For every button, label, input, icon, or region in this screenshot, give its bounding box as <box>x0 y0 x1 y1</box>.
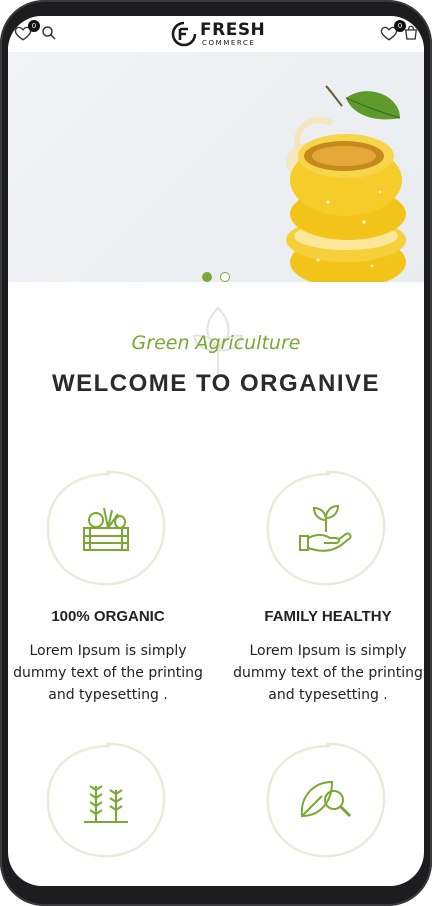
feature-text: Lorem Ipsum is simply dummy text of the … <box>13 643 203 703</box>
cart-icon <box>404 25 418 40</box>
logo-mark-icon <box>171 21 197 47</box>
screen: 0 FRESH COMMERCE 0 Green Agriculture WEL… <box>8 16 424 886</box>
section-title: WELCOME TO ORGANIVE <box>51 370 381 397</box>
logo-tagline: COMMERCE <box>202 39 256 47</box>
search-button[interactable] <box>40 24 60 44</box>
feature-title: 100% ORGANIC <box>51 608 165 625</box>
header-bar: 0 FRESH COMMERCE 0 <box>8 16 424 52</box>
feature-title: FAMILY HEALTHY <box>264 608 392 625</box>
slider-dot[interactable] <box>220 272 230 282</box>
search-icon <box>42 26 56 40</box>
slider-dot-active[interactable] <box>202 272 212 282</box>
section-subtitle: Green Agriculture <box>131 332 301 354</box>
hero-image <box>286 85 406 282</box>
leaf-search-icon <box>300 780 352 818</box>
hand-sprout-icon <box>299 504 352 552</box>
feature-text: Lorem Ipsum is simply dummy text of the … <box>233 643 423 703</box>
wheat-icon <box>84 785 128 823</box>
brand-logo[interactable]: FRESH COMMERCE <box>170 20 270 50</box>
wishlist-left-button[interactable]: 0 <box>14 20 40 44</box>
vegetable-crate-icon <box>83 507 129 551</box>
cart-button[interactable] <box>402 24 422 44</box>
logo-wordmark: FRESH <box>200 20 266 40</box>
hero-slider[interactable] <box>8 52 424 282</box>
wishlist-count-badge: 0 <box>28 20 40 32</box>
wishlist-right-button[interactable]: 0 <box>380 20 406 44</box>
